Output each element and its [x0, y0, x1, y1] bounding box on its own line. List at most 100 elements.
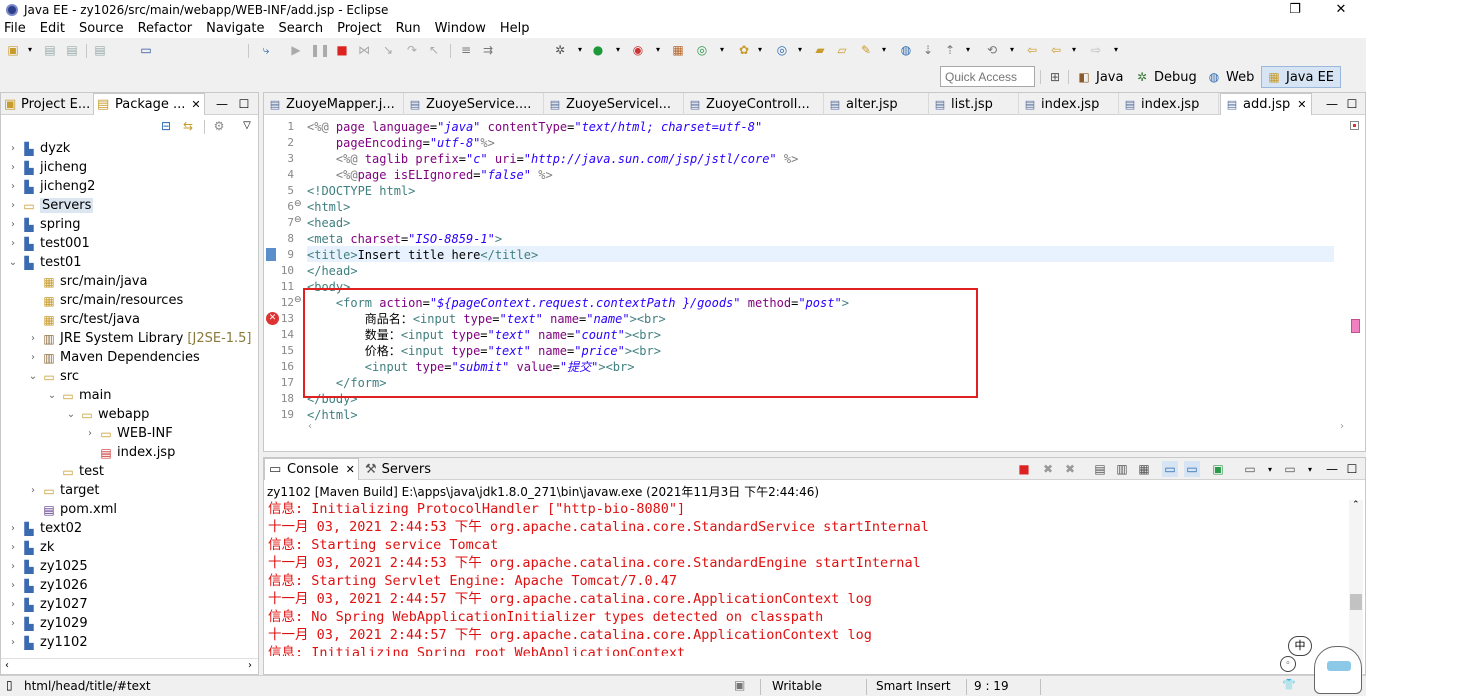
tree-item-zy1026[interactable]: › ▙ zy1026 [7, 576, 88, 595]
expand-icon[interactable]: › [7, 580, 19, 591]
run-dropdown-icon[interactable]: ▾ [610, 42, 626, 58]
remove-all-launches-icon[interactable]: ✖ [1062, 461, 1078, 477]
tree-item-test001[interactable]: › ▙ test001 [7, 234, 90, 253]
tree-item-dyzk[interactable]: › ▙ dyzk [7, 139, 70, 158]
server-icon[interactable]: ▦ [670, 42, 686, 58]
expand-icon[interactable]: › [7, 143, 19, 154]
tab-project-explorer[interactable]: ▣ Project E... [1, 93, 91, 115]
collapse-icon[interactable]: ⌄ [65, 409, 77, 420]
close-tab-icon[interactable]: ✕ [1297, 98, 1306, 111]
globe-icon[interactable]: ◍ [898, 42, 914, 58]
perspective-java-ee[interactable]: ▦ Java EE [1261, 66, 1342, 88]
expand-icon[interactable]: › [84, 428, 96, 439]
minimize-icon[interactable]: — [1324, 96, 1340, 112]
close-tab-icon[interactable]: ✕ [346, 463, 355, 476]
tab-zuoyeserviceimpl[interactable]: ▤ ZuoyeServiceI... [544, 93, 684, 115]
horizontal-scrollbar[interactable]: ‹ › [1, 658, 258, 674]
tab-list-jsp[interactable]: ▤ list.jsp [929, 93, 1019, 115]
menu-search[interactable]: Search [278, 21, 323, 36]
print-icon[interactable]: ▤ [92, 42, 108, 58]
open-perspective-icon[interactable]: ⊞ [1047, 69, 1063, 85]
new-icon[interactable]: ▣ [5, 42, 21, 58]
tree-item-main[interactable]: ⌄ ▭ main [46, 386, 112, 405]
tree-item-src[interactable]: ⌄ ▭ src [27, 367, 79, 386]
tree-item-src-main-java[interactable]: ▦ src/main/java [27, 272, 147, 291]
expand-icon[interactable]: › [7, 599, 19, 610]
menu-refactor[interactable]: Refactor [138, 21, 193, 36]
expand-icon[interactable]: › [7, 637, 19, 648]
step-over-icon[interactable]: ↷ [404, 42, 420, 58]
forward-dropdown-icon[interactable]: ▾ [1108, 42, 1124, 58]
expand-icon[interactable]: › [27, 333, 39, 344]
tree-item-spring[interactable]: › ▙ spring [7, 215, 80, 234]
editor-horizontal-scrollbar[interactable]: ‹ › [304, 421, 1344, 435]
prev-annotation-icon[interactable]: ⇡ [942, 42, 958, 58]
maximize-icon[interactable]: ☐ [1344, 96, 1360, 112]
scroll-left-icon[interactable]: ‹ [5, 660, 9, 671]
tab-alter-jsp[interactable]: ▤ alter.jsp [824, 93, 929, 115]
tree-item-zy1027[interactable]: › ▙ zy1027 [7, 595, 88, 614]
maximize-icon[interactable]: ☐ [1344, 461, 1360, 477]
tree-item-test01[interactable]: ⌄ ▙ test01 [7, 253, 82, 272]
annotation-dropdown-icon[interactable]: ▾ [960, 42, 976, 58]
collapse-icon[interactable]: ⌄ [46, 390, 58, 401]
fold-icon[interactable]: ⊖ [294, 215, 302, 225]
scroll-up-icon[interactable]: ⌃ [1352, 500, 1360, 510]
tree-item-zy1025[interactable]: › ▙ zy1025 [7, 557, 88, 576]
tree-item-jre-system-library[interactable]: › ▥ JRE System Library [J2SE-1.5] [27, 329, 252, 348]
tab-index-jsp-1[interactable]: ▤ index.jsp [1019, 93, 1119, 115]
back-icon[interactable]: ⇦ [1024, 42, 1040, 58]
collapse-all-icon[interactable]: ⊟ [158, 118, 174, 134]
tree-item-webapp[interactable]: ⌄ ▭ webapp [65, 405, 150, 424]
tree-item-pom-xml[interactable]: ▤ pom.xml [27, 500, 117, 519]
link-with-editor-icon[interactable]: ⇆ [180, 118, 196, 134]
external-tools-dropdown-icon[interactable]: ▾ [714, 42, 730, 58]
breadcrumb-icon[interactable]: ▣ [734, 678, 745, 692]
tab-add-jsp[interactable]: ▤ add.jsp ✕ [1220, 93, 1312, 115]
restore-button[interactable]: ❐ [1272, 0, 1318, 19]
show-on-stderr-icon[interactable]: ▭ [1184, 461, 1200, 477]
save-all-icon[interactable]: ▤ [64, 42, 80, 58]
tree-item-jicheng2[interactable]: › ▙ jicheng2 [7, 177, 95, 196]
external-tools-icon[interactable]: ◎ [694, 42, 710, 58]
maximize-icon[interactable]: ☐ [236, 96, 252, 112]
tree-item-test[interactable]: ▭ test [46, 462, 104, 481]
debug-dropdown-icon[interactable]: ▾ [572, 42, 588, 58]
fold-icon[interactable]: ⊖ [294, 295, 302, 305]
expand-icon[interactable]: › [7, 542, 19, 553]
focus-icon[interactable]: ⚙ [211, 118, 227, 134]
open-task-icon[interactable]: ▱ [834, 42, 850, 58]
save-icon[interactable]: ▤ [42, 42, 58, 58]
close-window-button[interactable]: ✕ [1318, 0, 1364, 19]
tree-item-zy1102[interactable]: › ▙ zy1102 [7, 633, 88, 652]
expand-icon[interactable]: › [7, 561, 19, 572]
tree-item-zy1029[interactable]: › ▙ zy1029 [7, 614, 88, 633]
pin-console-icon[interactable]: ▣ [1210, 461, 1226, 477]
run-icon[interactable]: ● [590, 42, 606, 58]
tree-item-src-test-java[interactable]: ▦ src/test/java [27, 310, 140, 329]
tab-zuoyemapper[interactable]: ▤ ZuoyeMapper.j... [264, 93, 404, 115]
expand-icon[interactable]: › [7, 238, 19, 249]
word-wrap-icon[interactable]: ▦ [1136, 461, 1152, 477]
search-dropdown-icon[interactable]: ▾ [876, 42, 892, 58]
collapse-icon[interactable]: ⌄ [27, 371, 39, 382]
expand-icon[interactable]: › [27, 352, 39, 363]
perspective-debug[interactable]: ✲ Debug [1134, 66, 1197, 88]
disconnect-icon[interactable]: ⋈ [356, 42, 372, 58]
error-marker-icon[interactable]: ✕ [266, 312, 279, 325]
tree-item-target[interactable]: › ▭ target [27, 481, 100, 500]
new-project-dropdown-icon[interactable]: ▾ [752, 42, 768, 58]
tab-zuoyecontroller[interactable]: ▤ ZuoyeControll... [684, 93, 824, 115]
tab-index-jsp-2[interactable]: ▤ index.jsp [1119, 93, 1219, 115]
expand-icon[interactable]: › [7, 181, 19, 192]
minimize-icon[interactable]: — [1324, 461, 1340, 477]
back-nav-icon[interactable]: ⇦ [1048, 42, 1064, 58]
ime-widget[interactable]: 中 ◦ 👕 [1278, 632, 1368, 696]
suspend-icon[interactable]: ❚❚ [310, 42, 330, 58]
menu-run[interactable]: Run [396, 21, 421, 36]
clear-console-icon[interactable]: ▤ [1092, 461, 1108, 477]
step-into-icon[interactable]: ↘ [380, 42, 396, 58]
resume-icon[interactable]: ▶ [288, 42, 304, 58]
expand-icon[interactable]: › [7, 162, 19, 173]
drop-to-frame-icon[interactable]: ≡ [458, 42, 474, 58]
